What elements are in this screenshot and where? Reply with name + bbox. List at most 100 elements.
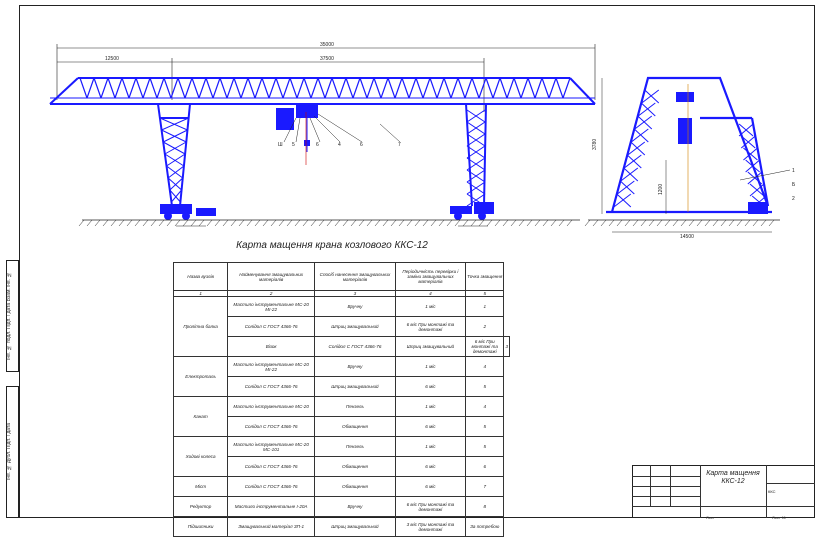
hatch-line xyxy=(86,219,93,227)
drawing-title: Карта мащення крана козлового ККС-12 xyxy=(236,240,428,251)
table-row: Пролітна балка Мастило інструментальне МС… xyxy=(172,296,510,357)
truss-member xyxy=(191,77,200,99)
title-block-line xyxy=(632,506,815,507)
cell-period: 6 міс При монтажі та демонтажі xyxy=(394,496,467,517)
cell-unit: Канат xyxy=(172,396,229,437)
truss-diagonals xyxy=(79,77,571,99)
hatch-line xyxy=(608,219,615,227)
hatch-line xyxy=(664,219,671,227)
hatch-line xyxy=(542,219,549,227)
truss-member xyxy=(254,77,263,99)
truss-member xyxy=(373,77,382,99)
title-block-line xyxy=(766,465,767,518)
hatch-line xyxy=(374,219,381,227)
header-unit: Назва вузлів xyxy=(172,262,229,291)
truss-member xyxy=(121,77,130,99)
truss-member xyxy=(506,77,515,99)
hatch-line xyxy=(222,219,229,227)
dim-total-span: 35000 xyxy=(320,42,334,48)
hatch-line xyxy=(680,219,687,227)
title-block-line xyxy=(632,476,700,477)
hatch-line xyxy=(696,219,703,227)
hatch-line xyxy=(246,219,253,227)
hatch-line xyxy=(648,219,655,227)
hatch-line xyxy=(672,219,679,227)
hatch-line xyxy=(358,219,365,227)
truss-member xyxy=(100,77,109,99)
lubrication-table: Назва вузлів Найменування змащувальних м… xyxy=(172,262,510,537)
cell-point: За потребою xyxy=(464,516,505,537)
dim-left-cantilever: 12500 xyxy=(105,56,119,62)
truss-member xyxy=(548,77,557,99)
cell-point: 2 xyxy=(464,316,505,337)
hatch-line xyxy=(254,219,261,227)
title-block-line xyxy=(632,496,700,497)
truss-member xyxy=(513,77,522,99)
hatch-line xyxy=(302,219,309,227)
truss-member xyxy=(450,77,459,99)
truss-member xyxy=(541,77,550,99)
side-view-bracing xyxy=(613,89,767,209)
truss-member xyxy=(233,77,242,99)
cell-point: 5 xyxy=(464,436,505,457)
truss-member xyxy=(128,77,137,99)
truss-member xyxy=(394,77,403,99)
truss-member xyxy=(296,77,305,99)
truss-member xyxy=(415,77,424,99)
hatch-line xyxy=(270,219,277,227)
callout-5: 6 xyxy=(360,142,363,148)
cell-point: 4 xyxy=(464,356,505,377)
cell-method: Обмащення xyxy=(314,476,396,497)
truss-member xyxy=(79,77,88,99)
truss-member xyxy=(436,77,445,99)
cell-method: Шприц змащувальний xyxy=(394,336,467,357)
hatch-line xyxy=(640,219,647,227)
callout-1: Ш xyxy=(278,142,283,148)
hatch-line xyxy=(688,219,695,227)
hatch-line xyxy=(550,219,557,227)
cell-period: 1 міс xyxy=(394,436,467,457)
cell-method: Шприц змащувальний xyxy=(314,316,396,337)
hatch-line xyxy=(94,219,101,227)
hatch-line xyxy=(768,219,775,227)
cell-material: Мастило інструментальне МС-20 МІ-22 xyxy=(227,296,316,317)
cell-material: Мастило інструментальне МС-20 МС-101 xyxy=(227,436,316,457)
cell-unit: Ходові колеса xyxy=(172,436,229,477)
table-row: Канат Мастило інструментальне МС-20 Пензел… xyxy=(172,396,510,437)
title-block-title: Карта мащення ККС-12 xyxy=(706,470,760,485)
hatch-line xyxy=(736,219,743,227)
hatch-line xyxy=(712,219,719,227)
cell-period: 1 міс xyxy=(394,296,467,317)
hatch-line xyxy=(486,219,493,227)
hatch-line xyxy=(430,219,437,227)
title-block-sheet: ККС xyxy=(768,489,776,494)
hatch-line xyxy=(510,219,517,227)
truss-member xyxy=(443,77,452,99)
drawing-sheet: Інв. № подл. Підп. і дата Взам. інв. № І… xyxy=(0,0,819,537)
truss-member xyxy=(261,77,270,99)
hatch-line xyxy=(326,219,333,227)
hatch-line xyxy=(102,219,109,227)
hatch-line xyxy=(262,219,269,227)
hatch-line xyxy=(752,219,759,227)
callout-6: 7 xyxy=(398,142,401,148)
truss-member xyxy=(93,77,102,99)
cell-unit: Пролітна балка xyxy=(172,296,229,357)
cell-point: 6 xyxy=(464,456,505,477)
cell-point: 1 xyxy=(464,296,505,317)
truss-member xyxy=(275,77,284,99)
hatch-line xyxy=(494,219,501,227)
hatch-line xyxy=(760,219,767,227)
truss-member xyxy=(107,77,116,99)
cell-method: Шприц змащувальний xyxy=(314,516,396,537)
title-block-bottom-left: Лист xyxy=(706,515,715,520)
truss-member xyxy=(142,77,151,99)
leg-brace xyxy=(159,117,188,131)
cell-period: 6 міс xyxy=(394,416,467,437)
truss-member xyxy=(282,77,291,99)
truss-member xyxy=(247,77,256,99)
truss-member xyxy=(184,77,193,99)
truss-member xyxy=(457,77,466,99)
callout-leaders xyxy=(283,113,401,143)
hatch-line xyxy=(728,219,735,227)
